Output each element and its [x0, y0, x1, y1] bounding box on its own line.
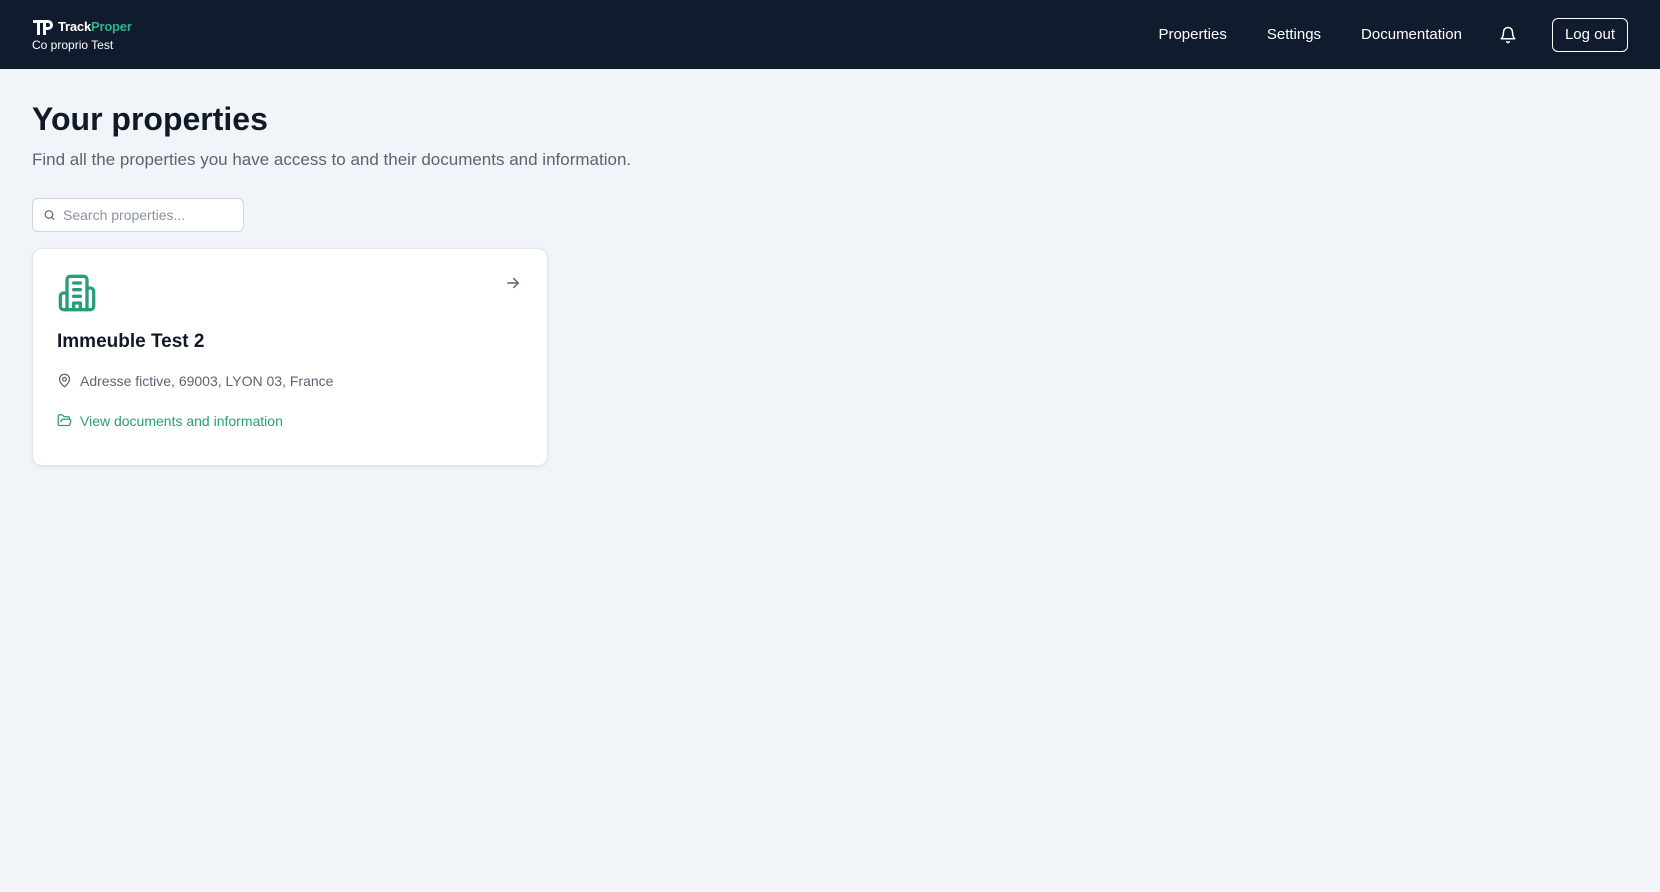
brand-name-part1: Track	[58, 19, 91, 34]
property-address: Adresse fictive, 69003, LYON 03, France	[57, 373, 523, 389]
map-pin-icon	[58, 373, 71, 388]
page-title: Your properties	[32, 101, 268, 137]
building-icon	[58, 274, 96, 312]
main-nav: Properties Settings Documentation Log ou…	[1158, 17, 1628, 52]
property-name: Immeuble Test 2	[57, 330, 205, 352]
brand-row: TrackProper	[32, 18, 132, 36]
property-address-text: Adresse fictive, 69003, LYON 03, France	[80, 372, 334, 389]
logo-icon	[33, 19, 53, 35]
nav-documentation[interactable]: Documentation	[1361, 26, 1462, 43]
nav-properties[interactable]: Properties	[1158, 26, 1226, 43]
view-documents-link[interactable]: View documents and information	[57, 413, 523, 429]
page-subtitle: Find all the properties you have access …	[32, 149, 632, 169]
search-input[interactable]	[63, 206, 233, 223]
view-documents-label: View documents and information	[80, 412, 283, 429]
nav-settings[interactable]: Settings	[1267, 26, 1321, 43]
search-box	[32, 197, 244, 232]
arrow-right-icon[interactable]	[503, 273, 523, 293]
brand-name-part2: Proper	[90, 19, 132, 34]
brand-subtitle: Co proprio Test	[32, 37, 114, 52]
property-card[interactable]: Immeuble Test 2 Adresse fictive, 69003, …	[32, 247, 548, 466]
logout-button[interactable]: Log out	[1551, 17, 1628, 52]
brand-name: TrackProper	[58, 19, 132, 34]
bell-icon[interactable]	[1498, 25, 1518, 45]
main-content: Your properties Find all the properties …	[32, 69, 1628, 466]
top-navbar: TrackProper Co proprio Test Properties S…	[0, 0, 1660, 69]
search-icon	[44, 209, 55, 220]
brand[interactable]: TrackProper Co proprio Test	[32, 18, 132, 52]
folder-open-icon	[57, 414, 72, 427]
